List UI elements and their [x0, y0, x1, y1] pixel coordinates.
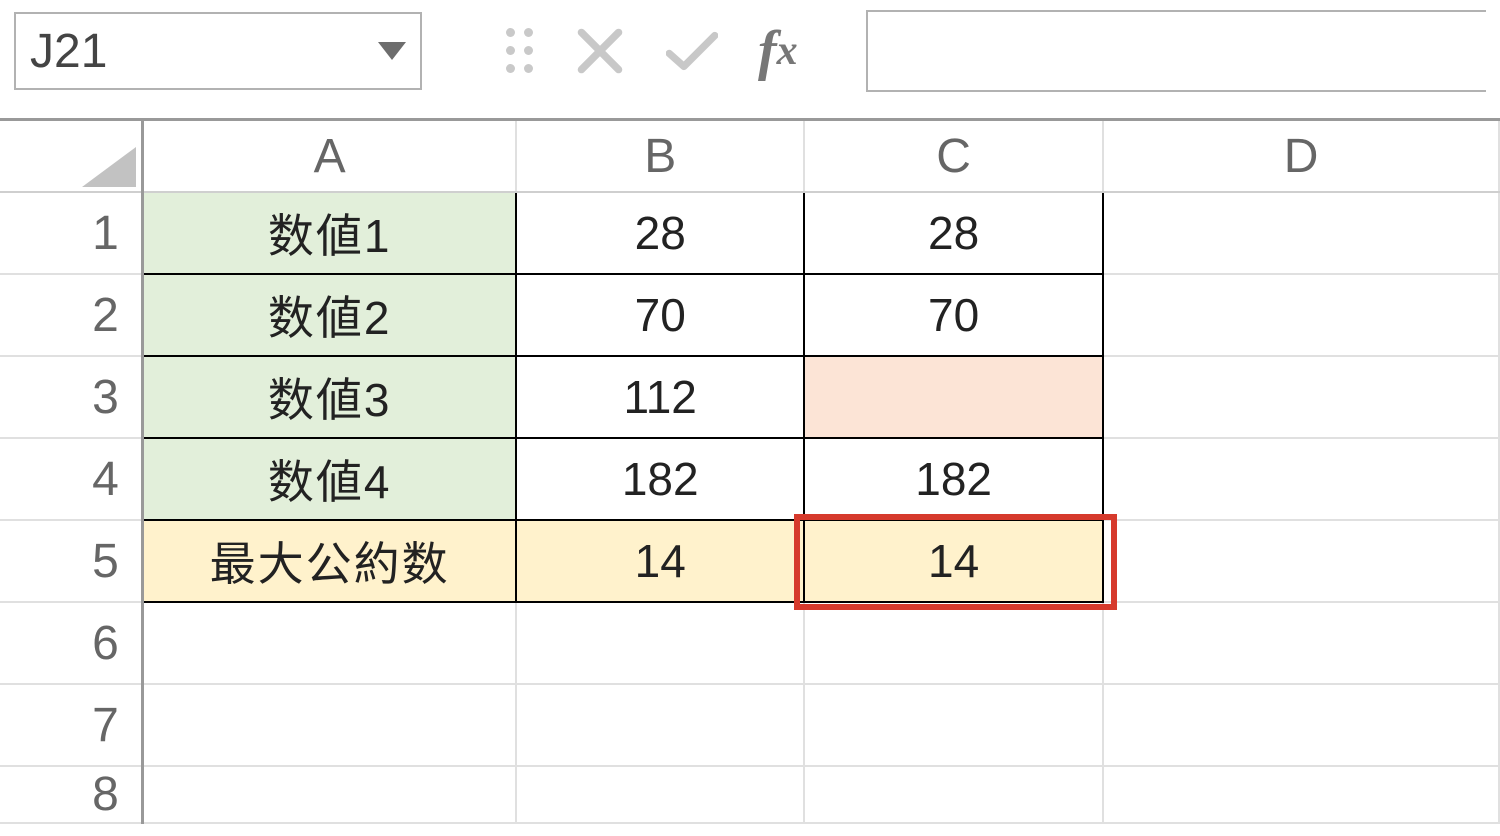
cell-B3[interactable]: 112 — [516, 356, 803, 438]
cell-B1[interactable]: 28 — [516, 192, 803, 274]
row-header-7[interactable]: 7 — [0, 684, 142, 766]
cell-C4[interactable]: 182 — [804, 438, 1103, 520]
cell-C6[interactable] — [804, 602, 1103, 684]
cell-D6[interactable] — [1103, 602, 1499, 684]
cancel-icon[interactable] — [574, 23, 626, 79]
select-all-corner[interactable] — [0, 120, 142, 193]
cell-C5[interactable]: 14 — [804, 520, 1103, 602]
row-2: 2 数値2 70 70 — [0, 274, 1499, 356]
row-header-4[interactable]: 4 — [0, 438, 142, 520]
column-header-row: A B C D — [0, 120, 1499, 193]
col-header-D[interactable]: D — [1103, 120, 1499, 193]
cell-D5[interactable] — [1103, 520, 1499, 602]
cell-A6[interactable] — [142, 602, 516, 684]
cell-A1[interactable]: 数値1 — [142, 192, 516, 274]
cell-A5[interactable]: 最大公約数 — [142, 520, 516, 602]
name-box-value: J21 — [30, 24, 378, 79]
cell-C2[interactable]: 70 — [804, 274, 1103, 356]
cell-C7[interactable] — [804, 684, 1103, 766]
formula-input[interactable] — [866, 10, 1486, 92]
col-header-C[interactable]: C — [804, 120, 1103, 193]
row-6: 6 — [0, 602, 1499, 684]
cell-B7[interactable] — [516, 684, 803, 766]
cell-B8[interactable] — [516, 766, 803, 823]
cell-D1[interactable] — [1103, 192, 1499, 274]
cell-C3[interactable] — [804, 356, 1103, 438]
row-1: 1 数値1 28 28 — [0, 192, 1499, 274]
cell-D2[interactable] — [1103, 274, 1499, 356]
cell-A4[interactable]: 数値4 — [142, 438, 516, 520]
cell-C1[interactable]: 28 — [804, 192, 1103, 274]
row-4: 4 数値4 182 182 — [0, 438, 1499, 520]
cell-D4[interactable] — [1103, 438, 1499, 520]
row-header-6[interactable]: 6 — [0, 602, 142, 684]
row-header-8[interactable]: 8 — [0, 766, 142, 823]
spreadsheet-grid: A B C D 1 数値1 28 28 2 数値2 70 70 3 数値3 11… — [0, 118, 1500, 824]
col-header-A[interactable]: A — [142, 120, 516, 193]
row-7: 7 — [0, 684, 1499, 766]
cell-B5[interactable]: 14 — [516, 520, 803, 602]
cell-D8[interactable] — [1103, 766, 1499, 823]
cell-B2[interactable]: 70 — [516, 274, 803, 356]
drag-handle-icon[interactable] — [506, 28, 534, 74]
enter-icon[interactable] — [666, 26, 718, 76]
grid-table: A B C D 1 数値1 28 28 2 数値2 70 70 3 数値3 11… — [0, 118, 1500, 824]
cell-A2[interactable]: 数値2 — [142, 274, 516, 356]
cell-A8[interactable] — [142, 766, 516, 823]
name-box[interactable]: J21 — [14, 12, 422, 90]
row-5: 5 最大公約数 14 14 — [0, 520, 1499, 602]
row-header-5[interactable]: 5 — [0, 520, 142, 602]
cell-B6[interactable] — [516, 602, 803, 684]
cell-D3[interactable] — [1103, 356, 1499, 438]
row-header-3[interactable]: 3 — [0, 356, 142, 438]
row-8: 8 — [0, 766, 1499, 823]
cell-A7[interactable] — [142, 684, 516, 766]
name-box-dropdown-icon[interactable] — [378, 42, 406, 60]
cell-A3[interactable]: 数値3 — [142, 356, 516, 438]
row-header-1[interactable]: 1 — [0, 192, 142, 274]
col-header-B[interactable]: B — [516, 120, 803, 193]
cell-B4[interactable]: 182 — [516, 438, 803, 520]
fx-icon[interactable]: fx — [758, 19, 798, 83]
row-3: 3 数値3 112 — [0, 356, 1499, 438]
formula-bar-controls: fx — [506, 19, 798, 83]
row-header-2[interactable]: 2 — [0, 274, 142, 356]
cell-D7[interactable] — [1103, 684, 1499, 766]
formula-bar: J21 fx — [0, 0, 1500, 118]
cell-C8[interactable] — [804, 766, 1103, 823]
